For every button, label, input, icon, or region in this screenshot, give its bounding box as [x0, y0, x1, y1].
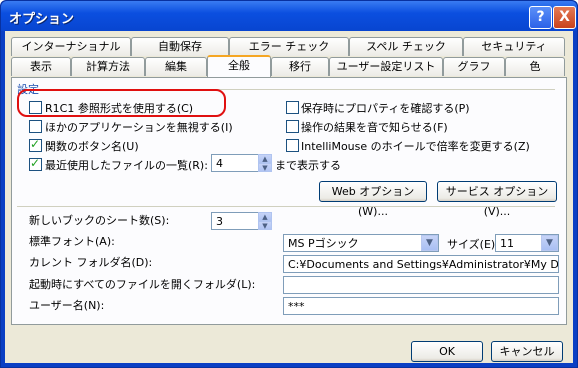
tab-autosave[interactable]: 自動保存 [131, 37, 229, 56]
tab-color[interactable]: 色 [505, 57, 565, 76]
cancel-button[interactable]: キャンセル [491, 341, 563, 362]
tab-transition[interactable]: 移行 [271, 57, 329, 76]
settings-divider [17, 206, 555, 207]
sheets-label: 新しいブックのシート数(S): [29, 214, 170, 227]
sound-checkbox[interactable] [286, 120, 299, 133]
intellimouse-checkbox[interactable] [286, 139, 299, 152]
font-select[interactable]: MS Pゴシック [283, 234, 439, 252]
font-label: 標準フォント(A): [29, 235, 115, 248]
options-dialog: オプション ? X インターナショナル 自動保存 エラー チェック スペル チェ… [0, 0, 578, 368]
ok-button[interactable]: OK [411, 341, 483, 362]
func-button-label: 関数のボタン名(U) [45, 140, 139, 153]
r1c1-label: R1C1 参照形式を使用する(C) [45, 102, 194, 115]
recent-files-suffix: まで表示する [275, 159, 341, 172]
prompt-props-checkbox[interactable] [286, 101, 299, 114]
current-folder-label: カレント フォルダ名(D): [29, 256, 153, 269]
startup-folder-label: 起動時にすべてのファイルを開くフォルダ(L): [29, 278, 256, 291]
service-options-button[interactable]: サービス オプション(V)... [437, 181, 557, 218]
close-button[interactable]: X [553, 6, 576, 29]
ignore-apps-label: ほかのアプリケーションを無視する(I) [45, 121, 233, 134]
tab-spelling[interactable]: スペル チェック [349, 37, 463, 56]
title-bar[interactable]: オプション ? X [1, 1, 577, 31]
func-button-checkbox[interactable] [29, 137, 42, 152]
intellimouse-label: IntelliMouse のホイールで倍率を変更する(Z) [301, 140, 530, 153]
r1c1-checkbox[interactable] [29, 101, 42, 114]
tab-general[interactable]: 全般 [207, 55, 271, 77]
font-dropdown-icon[interactable]: ▼ [421, 235, 438, 251]
tab-chart[interactable]: グラフ [443, 57, 505, 76]
startup-folder-field[interactable] [283, 276, 559, 294]
user-name-field[interactable]: *** [283, 297, 559, 315]
tab-edit[interactable]: 編集 [145, 57, 207, 76]
web-options-button[interactable]: Web オプション(W)... [319, 181, 427, 218]
tab-custom-lists[interactable]: ユーザー設定リスト [329, 57, 443, 76]
size-label: サイズ(E): [447, 238, 499, 251]
size-dropdown-icon[interactable]: ▼ [541, 235, 558, 251]
recent-files-checkbox[interactable] [29, 156, 42, 171]
tab-calculation[interactable]: 計算方法 [71, 57, 145, 76]
tab-view[interactable]: 表示 [11, 57, 71, 76]
tab-security[interactable]: セキュリティ [463, 37, 565, 56]
recent-files-label: 最近使用したファイルの一覧(R): [45, 159, 208, 172]
prompt-props-label: 保存時にプロパティを確認する(P) [301, 102, 470, 115]
ignore-apps-checkbox[interactable] [29, 120, 42, 133]
recent-files-spinner[interactable]: ▲ ▼ [258, 154, 272, 172]
tab-international[interactable]: インターナショナル [11, 37, 131, 56]
sheets-count[interactable]: 3 [211, 212, 259, 230]
tab-error-check[interactable]: エラー チェック [229, 37, 349, 56]
current-folder-field[interactable]: C:¥Documents and Settings¥Administrator¥… [283, 255, 559, 273]
user-name-label: ユーザー名(N): [29, 299, 105, 312]
window-title: オプション [9, 12, 75, 27]
recent-files-count[interactable]: 4 [211, 154, 259, 172]
sheets-spinner[interactable]: ▲ ▼ [258, 212, 272, 230]
sound-label: 操作の結果を音で知らせる(F) [301, 121, 448, 134]
help-button[interactable]: ? [529, 6, 552, 29]
